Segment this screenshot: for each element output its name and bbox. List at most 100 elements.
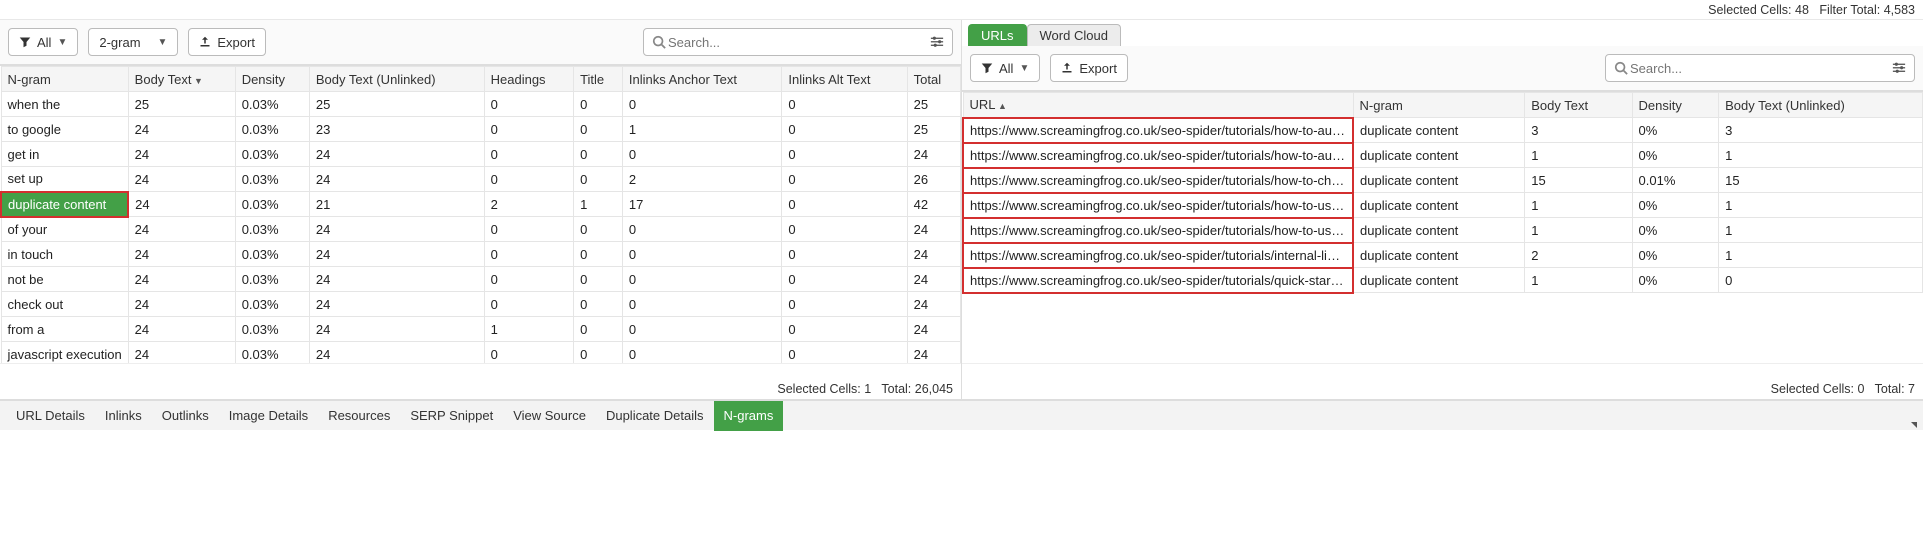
table-cell[interactable]: https://www.screamingfrog.co.uk/seo-spid… bbox=[963, 193, 1353, 218]
table-cell[interactable]: 0 bbox=[484, 92, 573, 117]
table-cell[interactable]: 0 bbox=[574, 242, 623, 267]
left-search[interactable] bbox=[643, 28, 953, 56]
table-row[interactable]: set up240.03%24002026 bbox=[1, 167, 961, 192]
table-cell[interactable]: 0 bbox=[622, 217, 782, 242]
right-search-input[interactable] bbox=[1628, 60, 1892, 77]
bottom-tab-duplicate-details[interactable]: Duplicate Details bbox=[596, 401, 714, 431]
table-cell[interactable]: 1 bbox=[484, 317, 573, 342]
table-cell[interactable]: 0.03% bbox=[235, 167, 309, 192]
settings-icon[interactable] bbox=[930, 35, 944, 49]
table-row[interactable]: check out240.03%24000024 bbox=[1, 292, 961, 317]
table-cell[interactable]: 24 bbox=[907, 217, 960, 242]
table-cell[interactable]: 0 bbox=[782, 217, 907, 242]
table-row[interactable]: when the250.03%25000025 bbox=[1, 92, 961, 117]
table-cell[interactable]: 0 bbox=[782, 242, 907, 267]
table-cell[interactable]: 24 bbox=[309, 342, 484, 364]
table-cell[interactable]: 0 bbox=[484, 242, 573, 267]
table-cell[interactable]: 1 bbox=[574, 192, 623, 217]
table-cell[interactable]: 24 bbox=[128, 242, 235, 267]
table-row[interactable]: https://www.screamingfrog.co.uk/seo-spid… bbox=[963, 168, 1923, 193]
filter-all-button[interactable]: All ▼ bbox=[8, 28, 78, 56]
table-cell[interactable]: 1 bbox=[1525, 268, 1632, 293]
table-cell[interactable]: 0% bbox=[1632, 243, 1719, 268]
table-cell[interactable]: 1 bbox=[622, 117, 782, 142]
table-cell[interactable]: duplicate content bbox=[1353, 143, 1525, 168]
table-cell[interactable]: 24 bbox=[128, 167, 235, 192]
table-cell[interactable]: 0 bbox=[622, 92, 782, 117]
table-row[interactable]: of your240.03%24000024 bbox=[1, 217, 961, 242]
table-cell[interactable]: 3 bbox=[1525, 118, 1632, 143]
table-row[interactable]: javascript execution240.03%24000024 bbox=[1, 342, 961, 364]
bottom-tab-view-source[interactable]: View Source bbox=[503, 401, 596, 431]
col-header[interactable]: Headings bbox=[484, 67, 573, 92]
table-cell[interactable]: 0% bbox=[1632, 118, 1719, 143]
table-cell[interactable]: 24 bbox=[128, 117, 235, 142]
table-row[interactable]: get in240.03%24000024 bbox=[1, 142, 961, 167]
table-cell[interactable]: when the bbox=[1, 92, 128, 117]
table-cell[interactable]: 0 bbox=[622, 267, 782, 292]
col-header[interactable]: Inlinks Alt Text bbox=[782, 67, 907, 92]
tab-wordcloud[interactable]: Word Cloud bbox=[1027, 24, 1121, 46]
table-cell[interactable]: set up bbox=[1, 167, 128, 192]
table-cell[interactable]: 24 bbox=[128, 317, 235, 342]
table-cell[interactable]: 24 bbox=[309, 267, 484, 292]
table-cell[interactable]: 0 bbox=[574, 342, 623, 364]
table-cell[interactable]: 0 bbox=[782, 167, 907, 192]
right-table-wrap[interactable]: URLN-gramBody TextDensityBody Text (Unli… bbox=[962, 91, 1923, 363]
table-cell[interactable]: 0 bbox=[782, 92, 907, 117]
table-row[interactable]: https://www.screamingfrog.co.uk/seo-spid… bbox=[963, 143, 1923, 168]
left-hscroll[interactable] bbox=[0, 363, 961, 379]
table-cell[interactable]: duplicate content bbox=[1353, 118, 1525, 143]
table-cell[interactable]: of your bbox=[1, 217, 128, 242]
table-cell[interactable]: to google bbox=[1, 117, 128, 142]
col-header[interactable]: Body Text bbox=[128, 67, 235, 92]
table-cell[interactable]: 0 bbox=[574, 317, 623, 342]
table-cell[interactable]: 0 bbox=[484, 217, 573, 242]
table-row[interactable]: https://www.screamingfrog.co.uk/seo-spid… bbox=[963, 193, 1923, 218]
table-cell[interactable]: 1 bbox=[1719, 218, 1923, 243]
col-header[interactable]: Title bbox=[574, 67, 623, 92]
table-row[interactable]: https://www.screamingfrog.co.uk/seo-spid… bbox=[963, 243, 1923, 268]
bottom-tab-serp-snippet[interactable]: SERP Snippet bbox=[400, 401, 503, 431]
table-cell[interactable]: duplicate content bbox=[1353, 218, 1525, 243]
table-cell[interactable]: 0.03% bbox=[235, 342, 309, 364]
table-row[interactable]: from a240.03%24100024 bbox=[1, 317, 961, 342]
table-cell[interactable]: 0.03% bbox=[235, 292, 309, 317]
table-cell[interactable]: from a bbox=[1, 317, 128, 342]
table-cell[interactable]: 24 bbox=[309, 167, 484, 192]
table-cell[interactable]: https://www.screamingfrog.co.uk/seo-spid… bbox=[963, 218, 1353, 243]
table-cell[interactable]: 3 bbox=[1719, 118, 1923, 143]
table-cell[interactable]: 0% bbox=[1632, 193, 1719, 218]
table-cell[interactable]: duplicate content bbox=[1353, 243, 1525, 268]
table-cell[interactable]: javascript execution bbox=[1, 342, 128, 364]
table-cell[interactable]: 15 bbox=[1525, 168, 1632, 193]
export-button-right[interactable]: Export bbox=[1050, 54, 1128, 82]
col-header[interactable]: Density bbox=[1632, 93, 1719, 118]
ngram-table[interactable]: N-gramBody TextDensityBody Text (Unlinke… bbox=[0, 66, 961, 363]
col-header[interactable]: Inlinks Anchor Text bbox=[622, 67, 782, 92]
table-cell[interactable]: https://www.screamingfrog.co.uk/seo-spid… bbox=[963, 143, 1353, 168]
left-search-input[interactable] bbox=[666, 34, 930, 51]
table-cell[interactable]: 0 bbox=[622, 317, 782, 342]
table-cell[interactable]: 0 bbox=[782, 292, 907, 317]
table-cell[interactable]: 2 bbox=[1525, 243, 1632, 268]
table-cell[interactable]: 24 bbox=[128, 217, 235, 242]
table-cell[interactable]: 1 bbox=[1719, 143, 1923, 168]
table-cell[interactable]: 0 bbox=[574, 267, 623, 292]
bottom-tab-image-details[interactable]: Image Details bbox=[219, 401, 318, 431]
table-cell[interactable]: 0 bbox=[484, 267, 573, 292]
table-cell[interactable]: 25 bbox=[907, 117, 960, 142]
table-cell[interactable]: 1 bbox=[1525, 218, 1632, 243]
table-cell[interactable]: 24 bbox=[309, 217, 484, 242]
table-cell[interactable]: 0 bbox=[574, 142, 623, 167]
table-cell[interactable]: 0 bbox=[782, 117, 907, 142]
table-cell[interactable]: 0 bbox=[484, 142, 573, 167]
table-cell[interactable]: 24 bbox=[907, 292, 960, 317]
table-row[interactable]: duplicate content240.03%212117042 bbox=[1, 192, 961, 217]
table-cell[interactable]: 24 bbox=[128, 342, 235, 364]
table-cell[interactable]: 0 bbox=[484, 342, 573, 364]
table-cell[interactable]: 0.03% bbox=[235, 317, 309, 342]
table-cell[interactable]: duplicate content bbox=[1353, 193, 1525, 218]
table-cell[interactable]: 25 bbox=[309, 92, 484, 117]
filter-all-button-right[interactable]: All ▼ bbox=[970, 54, 1040, 82]
